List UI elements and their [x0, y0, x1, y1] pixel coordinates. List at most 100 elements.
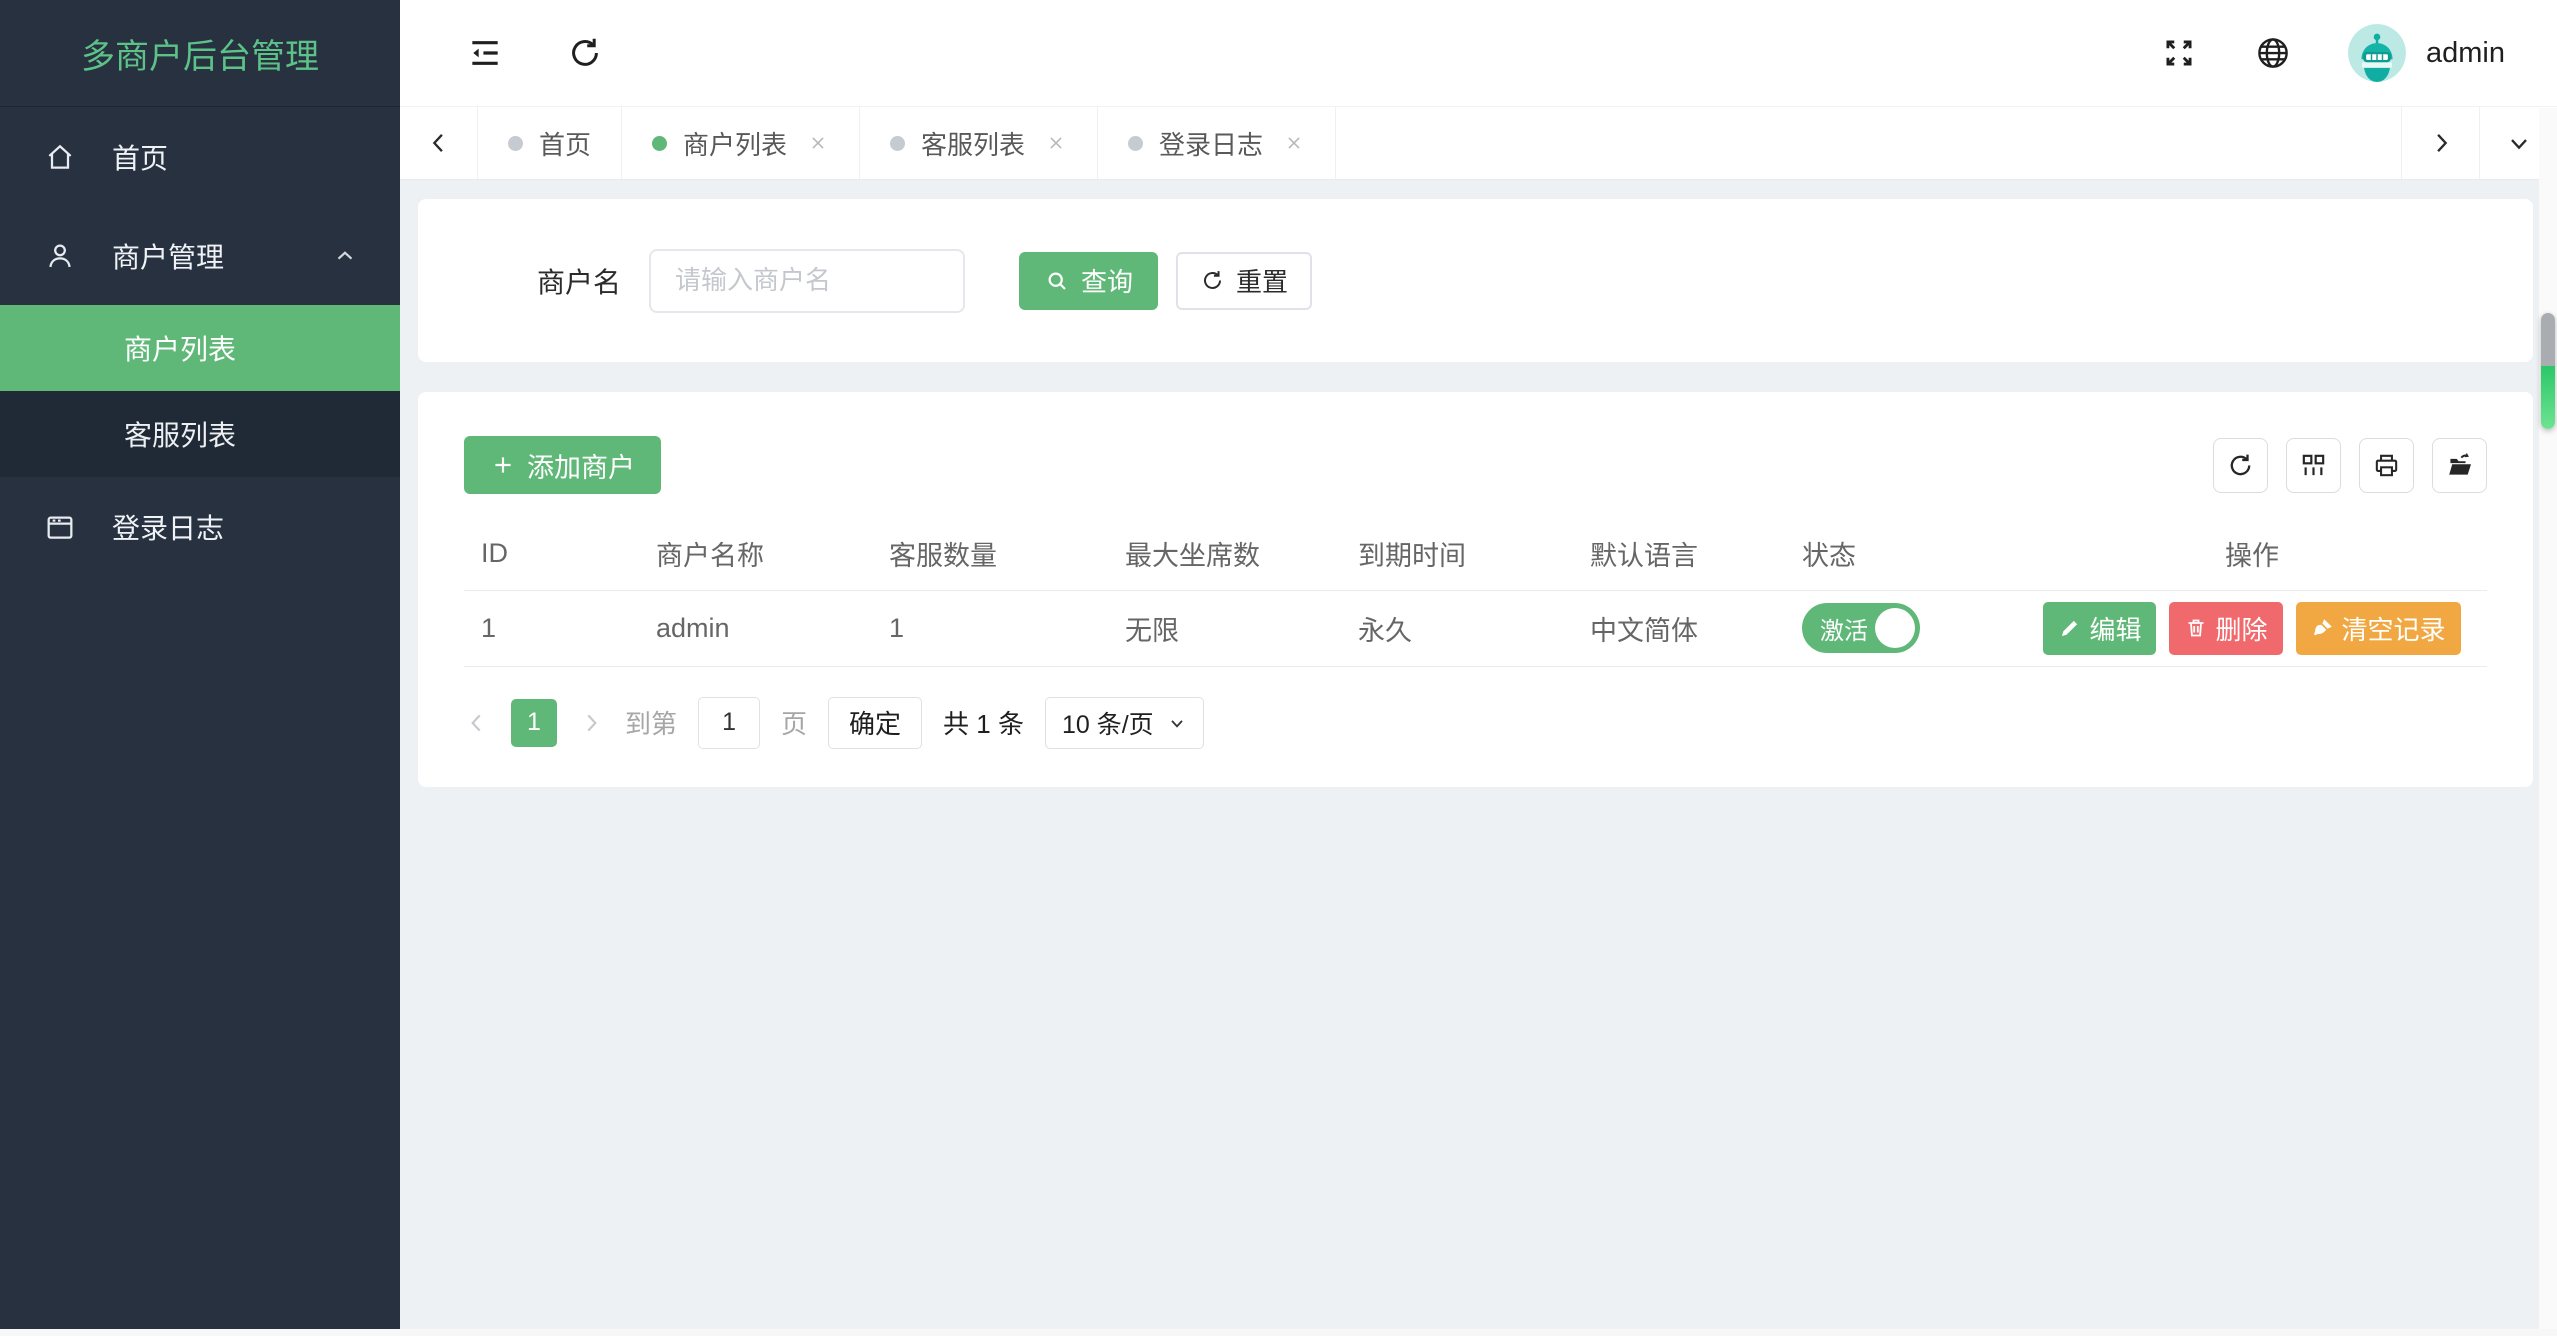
fullscreen-icon — [2166, 40, 2192, 66]
sidebar-item-service-list[interactable]: 客服列表 — [0, 391, 400, 477]
sidebar-item-merchant-group[interactable]: 商户管理 — [0, 206, 400, 305]
column-header-actions: 操作 — [2225, 541, 2279, 572]
merchant-name-input[interactable] — [649, 248, 966, 313]
refresh-page-button[interactable] — [566, 34, 604, 72]
goto-page-input[interactable] — [698, 696, 761, 749]
refresh-icon — [2230, 454, 2251, 475]
robot-avatar-icon — [2348, 24, 2406, 82]
sidebar-item-merchant-list[interactable]: 商户列表 — [0, 305, 400, 391]
topbar-right: admin — [2160, 24, 2505, 82]
cell-id: 1 — [464, 589, 639, 667]
username: admin — [2426, 36, 2505, 69]
cell-service-count: 1 — [872, 589, 1108, 667]
user-menu[interactable]: admin — [2348, 24, 2505, 82]
status-toggle[interactable]: 激活 — [1802, 603, 1920, 653]
page-size-select[interactable]: 10 条/页 — [1044, 696, 1204, 749]
edit-button[interactable]: 编辑 — [2043, 601, 2157, 655]
query-button[interactable]: 查询 — [1019, 251, 1159, 310]
tab-merchant-list[interactable]: 商户列表 — [622, 107, 861, 179]
column-header-max-seats: 最大坐席数 — [1125, 541, 1260, 572]
clear-icon — [2313, 619, 2332, 636]
refresh-icon — [1204, 271, 1222, 289]
print-button[interactable] — [2359, 437, 2414, 493]
tab-label: 客服列表 — [921, 129, 1026, 160]
close-icon[interactable] — [807, 132, 829, 154]
sidebar-item-label: 商户列表 — [124, 334, 237, 365]
vertical-scrollbar-track[interactable] — [2539, 108, 2557, 1329]
merchant-table: ID 商户名称 客服数量 最大坐席数 到期时间 默认语言 状态 操作 1 adm… — [464, 518, 2487, 667]
tab-dot — [508, 135, 523, 151]
cell-actions: 编辑 删除 清空记录 — [2000, 589, 2487, 667]
fullscreen-button[interactable] — [2160, 34, 2198, 72]
home-icon — [48, 144, 72, 169]
edit-button-label: 编辑 — [2089, 614, 2142, 645]
refresh-icon — [572, 38, 598, 66]
export-button[interactable] — [2432, 437, 2487, 493]
horizontal-scrollbar-track[interactable] — [0, 1329, 2557, 1336]
delete-button[interactable]: 删除 — [2169, 601, 2283, 655]
search-label: 商户名 — [537, 266, 622, 298]
column-filter-button[interactable] — [2286, 437, 2341, 493]
tab-login-log[interactable]: 登录日志 — [1098, 107, 1337, 179]
query-button-label: 查询 — [1081, 267, 1134, 297]
column-header-id: ID — [481, 538, 508, 569]
refresh-table-button[interactable] — [2213, 437, 2268, 493]
sidebar-item-label: 商户管理 — [112, 241, 225, 273]
tabs-scroll-left-button[interactable] — [400, 107, 478, 179]
column-header-status: 状态 — [1802, 541, 1856, 572]
user-icon — [49, 243, 71, 267]
language-button[interactable] — [2254, 34, 2292, 72]
page-size-label: 10 条/页 — [1061, 710, 1154, 739]
cell-max-seats: 无限 — [1108, 589, 1341, 667]
collapse-sidebar-button[interactable] — [466, 34, 504, 72]
chevron-up-icon — [337, 250, 353, 260]
sidebar-item-label: 客服列表 — [124, 420, 237, 451]
table-header-row: ID 商户名称 客服数量 最大坐席数 到期时间 默认语言 状态 操作 — [464, 518, 2487, 590]
confirm-page-button[interactable]: 确定 — [828, 696, 923, 749]
chevron-down-icon — [2510, 139, 2527, 150]
tabs-scroll-right-button[interactable] — [2401, 107, 2479, 179]
reset-button[interactable]: 重置 — [1176, 251, 1313, 310]
pagination: 1 到第 页 确定 共 1 条 10 条/页 — [464, 696, 2487, 749]
tabbar: 首页 商户列表 客服列表 登录日志 — [400, 107, 2557, 180]
tab-service-list[interactable]: 客服列表 — [860, 107, 1099, 179]
close-icon[interactable] — [1045, 132, 1067, 154]
edit-icon — [2062, 620, 2078, 636]
globe-icon — [2258, 38, 2288, 68]
search-icon — [1048, 272, 1066, 290]
clear-records-label: 清空记录 — [2341, 614, 2446, 645]
clear-records-button[interactable]: 清空记录 — [2295, 601, 2461, 655]
avatar — [2348, 24, 2406, 82]
page-number-button[interactable]: 1 — [511, 698, 557, 747]
log-icon — [47, 516, 73, 539]
column-header-name: 商户名称 — [656, 541, 764, 572]
table-row: 1 admin 1 无限 永久 中文简体 激活 编辑 删除 清空记录 — [464, 589, 2487, 667]
columns-icon — [2302, 454, 2325, 475]
column-header-expire: 到期时间 — [1358, 541, 1466, 572]
tab-home[interactable]: 首页 — [478, 107, 623, 179]
scrollbar-thumb-green — [2541, 366, 2555, 429]
column-header-language: 默认语言 — [1590, 541, 1698, 572]
sidebar-item-login-log[interactable]: 登录日志 — [0, 477, 400, 576]
sidebar-submenu: 商户列表 客服列表 — [0, 305, 400, 477]
main-area: admin 首页 商户列表 客服列表 登录日志 商户名 请输入商户名 查询 重置… — [400, 0, 2557, 1336]
delete-icon — [2188, 619, 2204, 637]
chevron-down-icon — [1170, 719, 1183, 728]
table-toolbar: 添加商户 — [464, 436, 2487, 494]
table-tools — [2213, 437, 2487, 493]
cell-status: 激活 — [1785, 589, 2000, 667]
sidebar-item-label: 首页 — [112, 142, 169, 174]
sidebar-item-home[interactable]: 首页 — [0, 107, 400, 206]
export-icon — [2449, 452, 2471, 475]
toggle-knob — [1875, 608, 1915, 648]
close-icon[interactable] — [1283, 132, 1305, 154]
search-panel: 商户名 查询 重置 — [418, 199, 2533, 362]
add-merchant-button[interactable]: 添加商户 — [464, 436, 661, 494]
content: 商户名 查询 重置 添加商户 — [400, 180, 2557, 1336]
prev-page-button[interactable] — [464, 710, 490, 736]
topbar-left — [466, 34, 604, 72]
next-page-button[interactable] — [578, 710, 604, 736]
chevron-left-icon — [432, 134, 443, 152]
scrollbar-thumb-gray — [2541, 313, 2555, 367]
vertical-scrollbar-thumb[interactable] — [2541, 313, 2555, 429]
